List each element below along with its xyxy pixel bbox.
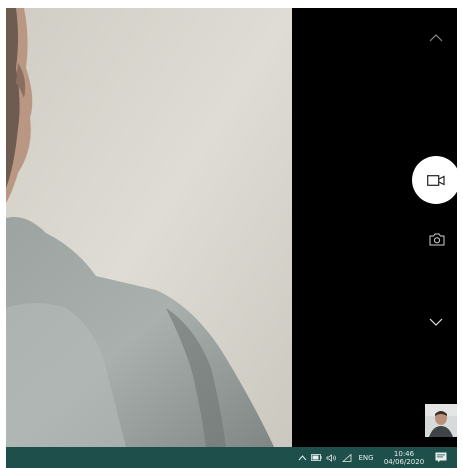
camera-app-window: [6, 8, 457, 447]
video-capture-button[interactable]: [412, 156, 457, 204]
camera-icon: [429, 233, 445, 245]
scroll-down-button[interactable]: [424, 314, 448, 330]
action-center-icon: [435, 452, 447, 463]
scroll-up-button[interactable]: [424, 30, 448, 46]
camera-viewfinder: [6, 8, 292, 447]
photo-mode-button[interactable]: [424, 229, 450, 249]
wifi-icon: [341, 453, 351, 462]
video-camera-icon: [427, 174, 445, 186]
camera-preview-image: [6, 8, 292, 447]
action-center-button[interactable]: [431, 447, 451, 468]
show-hidden-icons-button[interactable]: [296, 447, 308, 468]
clock-time: 10:46: [393, 449, 415, 458]
network-tray-button[interactable]: [340, 447, 353, 468]
language-indicator[interactable]: ENG: [355, 447, 377, 468]
windows-taskbar: ENG 10:46 04/06/2020: [6, 447, 457, 468]
battery-tray-button[interactable]: [310, 447, 323, 468]
volume-tray-button[interactable]: [325, 447, 338, 468]
clock[interactable]: 10:46 04/06/2020: [382, 447, 426, 468]
clock-date: 04/06/2020: [383, 457, 425, 466]
battery-icon: [311, 454, 322, 461]
chevron-up-icon: [298, 454, 306, 460]
volume-icon: [326, 453, 336, 462]
chevron-down-icon: [429, 318, 443, 326]
chevron-up-icon: [429, 34, 443, 42]
camera-controls-panel: [292, 8, 457, 447]
thumbnail-image: [425, 404, 457, 437]
last-capture-thumbnail[interactable]: [425, 404, 457, 437]
